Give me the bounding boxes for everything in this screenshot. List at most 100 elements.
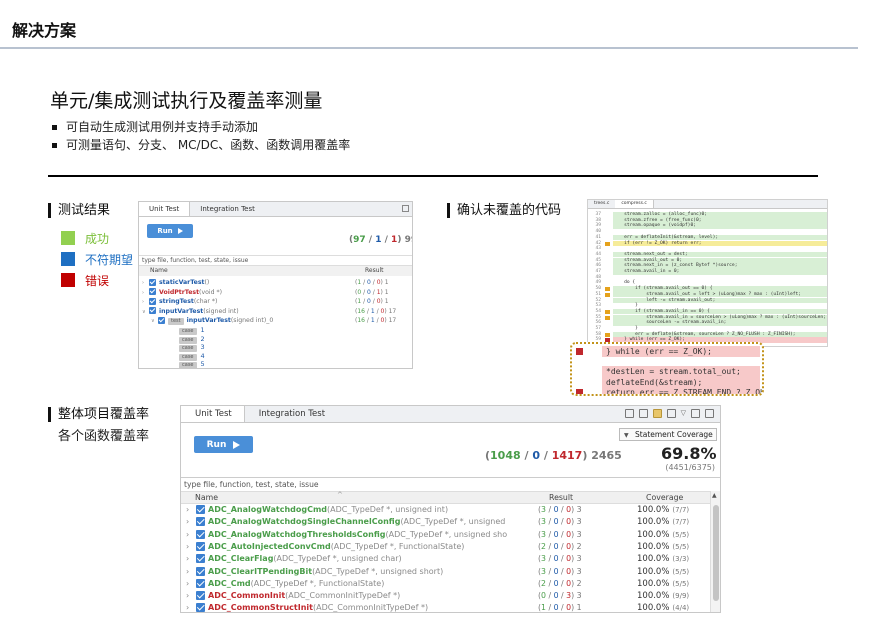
legend-label: 错误 xyxy=(85,273,110,288)
tab-compress-c[interactable]: compress.c xyxy=(615,200,654,208)
coverage-marker xyxy=(605,309,610,314)
test-checkbox[interactable] xyxy=(149,278,156,286)
function-checkbox[interactable] xyxy=(196,603,205,612)
scroll-thumb[interactable] xyxy=(713,505,719,601)
tab-bar: Unit Test Integration Test xyxy=(139,202,412,217)
result-count: 3 xyxy=(576,566,582,576)
coverage-type-select[interactable]: ▼ Statement Coverage xyxy=(619,428,717,441)
function-checkbox[interactable] xyxy=(196,505,205,514)
table-row[interactable]: › ADC_AnalogWatchdogSingleChannelConfig(A… xyxy=(181,516,711,528)
test-checkbox[interactable] xyxy=(149,307,156,315)
table-row[interactable]: › staticVarTest() (1 / 0 / 0) 1 xyxy=(139,278,412,287)
coverage-type-value: Statement Coverage xyxy=(635,430,713,439)
run-button[interactable]: Run xyxy=(194,436,253,453)
run-label: Run xyxy=(206,439,227,450)
legend-unexpected: 不符期望 xyxy=(61,251,133,267)
summary-error: 1417 xyxy=(551,449,583,462)
test-checkbox[interactable] xyxy=(149,297,156,305)
result-count: 17 xyxy=(388,307,397,315)
code-editor: trees.c compress.c 37 stream.zalloc = (a… xyxy=(587,199,828,347)
tab-unit-test[interactable]: Unit Test xyxy=(139,202,191,216)
chevron-right-icon[interactable]: › xyxy=(186,553,196,565)
case-number: 5 xyxy=(200,360,205,369)
summary-fail: 1 xyxy=(375,235,382,245)
test-params: () xyxy=(204,279,210,286)
filter-input[interactable]: type file, function, test, state, issue xyxy=(181,477,720,491)
table-row[interactable]: › ADC_AnalogWatchdogCmd(ADC_TypeDef *, un… xyxy=(181,504,711,516)
legend-success: 成功 xyxy=(61,230,133,246)
scroll-up-icon[interactable]: ▲ xyxy=(712,492,717,499)
legend-label: 成功 xyxy=(85,231,110,246)
expand-all-icon[interactable] xyxy=(624,409,634,418)
column-header: Name ^ Result Coverage xyxy=(181,491,711,504)
function-checkbox[interactable] xyxy=(196,578,205,588)
test-params: (char *) xyxy=(193,298,218,306)
table-row[interactable]: › ADC_AnalogWatchdogThresholdsConfig(ADC_… xyxy=(181,529,711,541)
legend: 成功 不符期望 错误 xyxy=(61,230,133,288)
minimize-icon[interactable] xyxy=(691,409,700,418)
folder-icon[interactable] xyxy=(652,409,662,418)
tab-unit-test[interactable]: Unit Test xyxy=(181,406,245,422)
table-row[interactable]: › ADC_CommonInit(ADC_CommonInitTypeDef *)… xyxy=(181,590,711,602)
test-checkbox[interactable] xyxy=(149,288,156,296)
table-row[interactable]: ∨ test inputVarTest(signed int)_0 (16 / 1 /… xyxy=(139,316,412,326)
col-result[interactable]: Result xyxy=(365,266,384,276)
coverage-marker xyxy=(605,315,610,320)
function-checkbox[interactable] xyxy=(196,517,205,527)
chevron-right-icon[interactable]: › xyxy=(186,602,196,612)
chevron-right-icon[interactable]: › xyxy=(186,566,196,578)
table-row[interactable]: › ADC_ClearITPendingBit(ADC_TypeDef *, un… xyxy=(181,566,711,578)
col-name[interactable]: Name xyxy=(195,492,218,504)
test-checkbox[interactable] xyxy=(158,316,165,324)
result-count: 1 xyxy=(384,288,389,296)
table-row[interactable]: › stringTest(char *) (1 / 0 / 0) 1 xyxy=(139,297,412,306)
view-menu-icon[interactable]: ▽ xyxy=(681,409,686,418)
table-row[interactable]: › ADC_CommonStructInit(ADC_CommonInitType… xyxy=(181,602,711,613)
editor-tab-bar: trees.c compress.c xyxy=(588,200,827,209)
chevron-right-icon[interactable]: › xyxy=(186,529,196,541)
function-checkbox[interactable] xyxy=(196,529,205,539)
chevron-right-icon[interactable]: › xyxy=(186,516,196,528)
collapse-all-icon[interactable] xyxy=(638,409,648,418)
function-coverage: 100.0% (5/5) xyxy=(637,566,689,578)
case-row[interactable]: case 5 xyxy=(139,360,412,369)
function-name: ADC_CommonStructInit xyxy=(208,603,313,613)
document-icon[interactable] xyxy=(666,409,676,418)
tab-trees-c[interactable]: trees.c xyxy=(588,200,615,208)
function-checkbox[interactable] xyxy=(196,541,205,551)
scrollbar[interactable]: ▲ xyxy=(710,491,720,612)
table-row[interactable]: › ADC_ClearFlag(ADC_TypeDef *, unsigned c… xyxy=(181,553,711,565)
chevron-right-icon[interactable]: › xyxy=(186,578,196,590)
chevron-right-icon[interactable]: › xyxy=(186,590,196,602)
chevron-right-icon[interactable]: › xyxy=(186,504,196,516)
coverage-ratio: (7/7) xyxy=(672,506,690,514)
maximize-icon[interactable] xyxy=(705,409,714,418)
chevron-right-icon[interactable]: › xyxy=(186,541,196,553)
coverage-marker xyxy=(605,332,610,337)
function-params: (ADC_TypeDef *, unsigned char) xyxy=(273,554,402,564)
col-coverage[interactable]: Coverage xyxy=(646,492,683,504)
test-result: (0 / 0 / 1) 1 xyxy=(355,288,389,296)
legend-swatch xyxy=(61,273,75,287)
col-name[interactable]: Name xyxy=(150,266,168,276)
test-result: (1 / 0 / 0) 1 xyxy=(355,298,389,306)
table-row[interactable]: › ADC_AutoInjectedConvCmd(ADC_TypeDef *, … xyxy=(181,541,711,553)
filter-input[interactable]: type file, function, test, state, issue xyxy=(139,255,412,266)
chevron-down-icon: ▼ xyxy=(624,432,629,439)
table-row[interactable]: › ADC_Cmd(ADC_TypeDef *, FunctionalState)… xyxy=(181,578,711,590)
result-count: 3 xyxy=(576,517,582,527)
panel-menu-icon[interactable] xyxy=(402,205,409,212)
tab-integration-test[interactable]: Integration Test xyxy=(245,406,337,422)
table-row[interactable]: › VoidPtrTest(void *) (0 / 0 / 1) 1 xyxy=(139,288,412,297)
coverage-ratio: (5/5) xyxy=(672,542,690,551)
table-row[interactable]: ∨ inputVarTest(signed int) (16 / 1 / 0) 17 xyxy=(139,307,412,316)
function-checkbox[interactable] xyxy=(196,554,205,564)
function-checkbox[interactable] xyxy=(196,566,205,576)
run-button[interactable]: Run xyxy=(147,224,193,238)
bullet-item: 可测量语句、分支、 MC/DC、函数、函数调用覆盖率 xyxy=(52,136,350,154)
uncovered-code-zoom: } while (err == Z_OK); *destLen = stream.… xyxy=(570,342,764,396)
col-result[interactable]: Result xyxy=(549,492,573,504)
tab-integration-test[interactable]: Integration Test xyxy=(190,202,265,216)
function-params: (ADC_TypeDef *, FunctionalState) xyxy=(330,541,465,551)
function-checkbox[interactable] xyxy=(196,591,205,601)
